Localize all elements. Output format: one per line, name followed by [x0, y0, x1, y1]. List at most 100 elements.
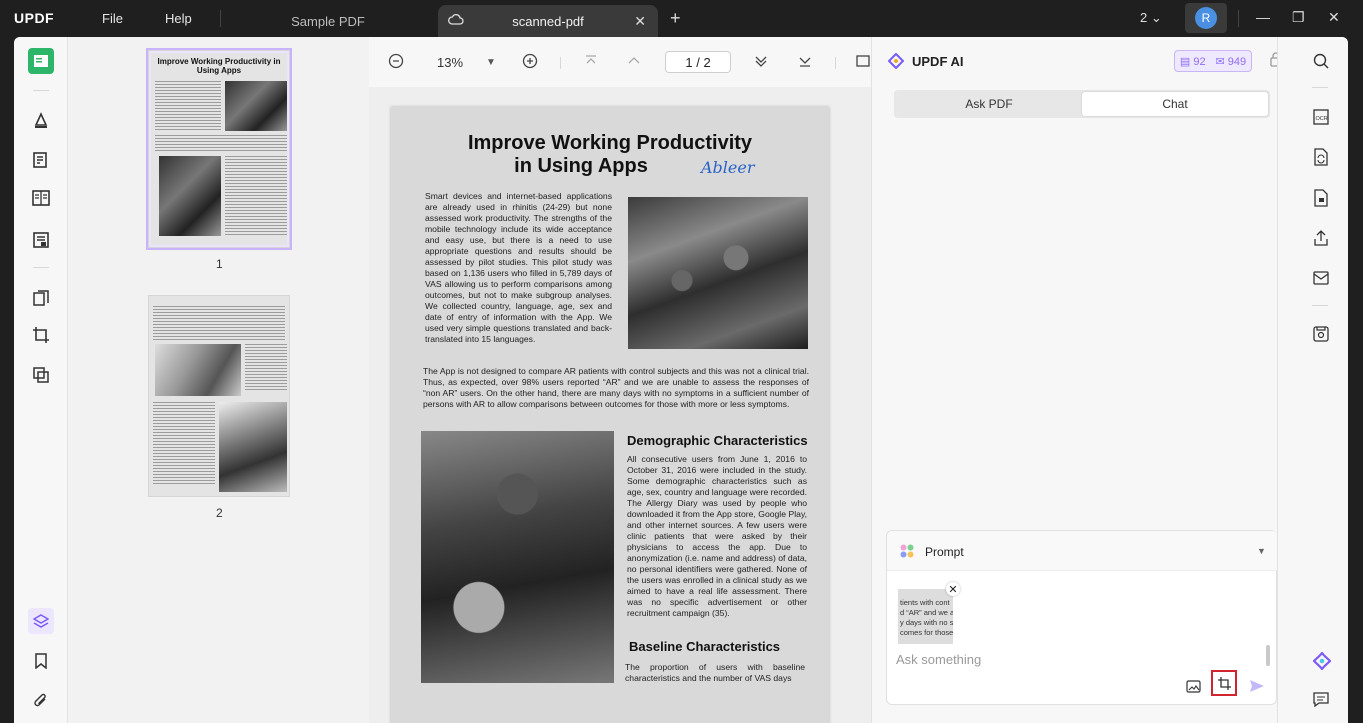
thumbnail-image: Improve Working Productivity in Using Ap… [151, 53, 287, 245]
chevron-down-icon: ▼ [1257, 546, 1266, 556]
view-mode-icon[interactable] [855, 53, 871, 73]
share-icon[interactable] [1312, 229, 1330, 247]
last-page-icon[interactable] [797, 53, 813, 73]
credits-badge[interactable]: ▤ 92 ✉ 949 [1174, 50, 1252, 72]
text-block [153, 306, 285, 340]
attachment-text-line: tients with cont [900, 598, 950, 607]
close-window-icon[interactable]: ✕ [1328, 9, 1340, 26]
previous-page-icon[interactable] [626, 53, 642, 73]
prompt-composer: Prompt ▼ tients with cont d “AR” and we … [886, 530, 1278, 705]
ai-panel-title: UPDF AI [912, 54, 964, 69]
avatar[interactable]: R [1195, 7, 1217, 29]
menu-help[interactable]: Help [165, 11, 192, 26]
maximize-icon[interactable]: ❐ [1292, 9, 1305, 26]
chevron-down-icon: ⌄ [1150, 10, 1162, 25]
bookmark-icon[interactable] [28, 648, 54, 674]
protect-icon[interactable] [1312, 189, 1330, 207]
thumbnail-image [149, 296, 289, 496]
zoom-in-icon[interactable] [522, 53, 538, 73]
window-count[interactable]: 2 ⌄ [1140, 10, 1162, 26]
convert-icon[interactable] [1312, 148, 1330, 166]
zoom-out-icon[interactable] [388, 53, 404, 73]
cloud-icon [448, 13, 464, 30]
updf-ai-icon[interactable] [1312, 651, 1332, 671]
new-tab-button[interactable]: + [670, 8, 681, 29]
total-pages: 2 [703, 54, 711, 70]
credit-a-value: 92 [1193, 55, 1206, 68]
divider [1238, 10, 1239, 27]
app-logo-text: UPDF [14, 10, 55, 26]
title-bar: UPDF File Help Sample PDF scanned-pdf ✕ … [0, 0, 1363, 37]
page-number-field[interactable]: 1 / 2 [665, 51, 731, 73]
baseline-paragraph: The proportion of users with baseline ch… [625, 662, 805, 683]
scrollbar[interactable] [1266, 645, 1270, 666]
organize-icon[interactable] [28, 285, 54, 311]
thumbnail-number: 1 [216, 257, 223, 271]
attachment-text-line: d “AR” and we a [900, 608, 953, 617]
menu-file[interactable]: File [102, 11, 123, 26]
body-paragraph: The App is not designed to compare AR pa… [423, 366, 809, 409]
text-block [245, 344, 287, 390]
next-page-icon[interactable] [753, 53, 769, 73]
thumbnail-page-2[interactable] [148, 295, 290, 497]
pdf-page: Improve Working Productivity in Using Ap… [391, 107, 829, 723]
comment-icon[interactable] [28, 107, 54, 133]
thumbnail-panel: Improve Working Productivity in Using Ap… [69, 37, 369, 723]
divider [33, 267, 49, 268]
demographic-heading: Demographic Characteristics [627, 433, 808, 448]
text-block [225, 156, 287, 236]
save-icon[interactable] [1312, 325, 1330, 343]
close-tab-icon[interactable]: ✕ [634, 13, 646, 30]
tab-sample-pdf[interactable]: Sample PDF [258, 5, 398, 37]
first-page-icon[interactable] [583, 53, 599, 73]
tab-label: scanned-pdf [512, 13, 584, 29]
remove-attachment-icon[interactable]: ✕ [946, 582, 960, 596]
ocr-icon[interactable]: OCR [1312, 108, 1330, 126]
page-separator: / [696, 54, 700, 70]
image-upload-icon[interactable] [1184, 677, 1202, 695]
ai-panel: UPDF AI ▤ 92 ✉ 949 Ask PDF Chat Prompt ▼ [871, 37, 1282, 723]
send-icon[interactable] [1248, 677, 1266, 695]
tab-chat[interactable]: Chat [1082, 92, 1268, 116]
photo [159, 156, 221, 236]
tab-ask-pdf[interactable]: Ask PDF [896, 92, 1082, 116]
email-icon[interactable] [1312, 269, 1330, 287]
attached-screenshot[interactable]: tients with cont d “AR” and we a y days … [898, 589, 953, 644]
photo [155, 344, 241, 396]
layers-icon[interactable] [28, 608, 54, 634]
comments-panel-icon[interactable] [1312, 690, 1330, 708]
edit-icon[interactable] [28, 147, 54, 173]
ai-panel-header: UPDF AI ▤ 92 ✉ 949 [872, 37, 1282, 85]
ask-input[interactable]: Ask something [896, 652, 981, 667]
divider [33, 90, 49, 91]
handwritten-signature: Ableer [701, 158, 755, 177]
viewer-toolbar: 13% ▼ 1 / 2 [369, 37, 871, 87]
prompt-grid-icon [900, 544, 914, 558]
document-viewer: 13% ▼ 1 / 2 Improve Working Productivity… [369, 37, 871, 723]
document-title-line-1: Improve Working Productivity [467, 132, 753, 154]
screenshot-crop-button[interactable] [1211, 670, 1237, 696]
form-icon[interactable] [28, 227, 54, 253]
ai-mode-switch: Ask PDF Chat [894, 90, 1270, 118]
zoom-level[interactable]: 13% [437, 55, 463, 70]
zoom-dropdown-icon[interactable]: ▼ [486, 57, 496, 68]
attachment-icon[interactable] [28, 688, 54, 714]
prompt-selector[interactable]: Prompt ▼ [887, 531, 1278, 571]
app-logo[interactable]: UPDF [14, 10, 54, 26]
search-icon[interactable] [1312, 52, 1330, 70]
tab-scanned-pdf[interactable]: scanned-pdf ✕ [438, 5, 658, 37]
compare-icon[interactable] [28, 362, 54, 388]
thumbnail-title: Improve Working Productivity in Using Ap… [157, 57, 281, 75]
current-page: 1 [685, 54, 693, 70]
attachment-text-line: comes for those [900, 628, 953, 637]
divider [835, 57, 836, 69]
reader-icon[interactable] [28, 48, 54, 74]
attachment-text-line: y days with no s [900, 618, 953, 627]
page-icon[interactable] [28, 185, 54, 211]
divider [1312, 87, 1328, 88]
crop-page-icon[interactable] [28, 322, 54, 348]
thumbnail-number: 2 [216, 506, 223, 520]
thumbnail-page-1[interactable]: Improve Working Productivity in Using Ap… [146, 48, 292, 250]
prompt-label: Prompt [925, 545, 964, 559]
minimize-icon[interactable]: — [1256, 9, 1270, 25]
